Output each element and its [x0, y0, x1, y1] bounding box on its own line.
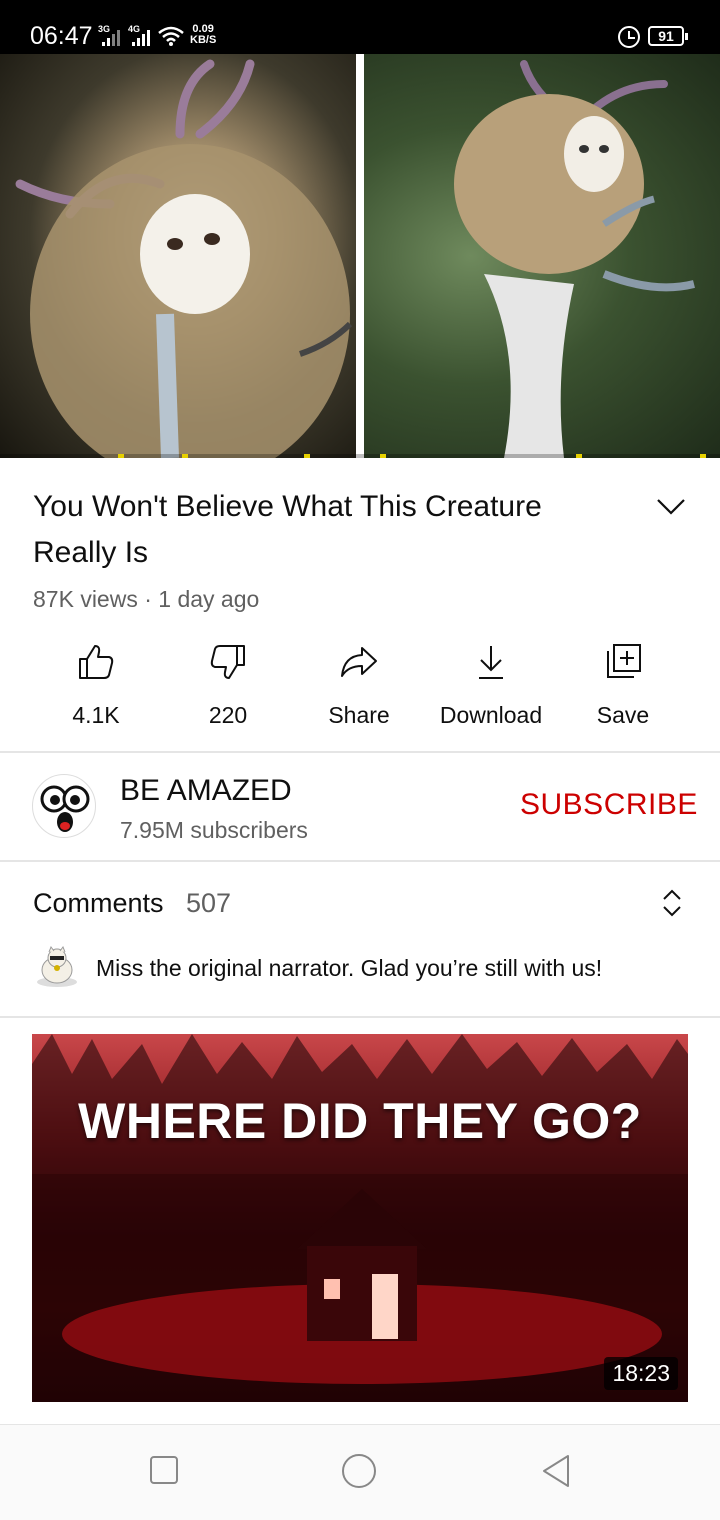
battery-indicator: 91	[648, 26, 688, 46]
save-button[interactable]: Save	[557, 636, 689, 736]
system-nav-bar	[0, 1424, 720, 1520]
next-video-thumbnail-text: WHERE DID THEY GO?	[78, 1093, 642, 1149]
dislike-button[interactable]: 220	[162, 636, 294, 736]
owl-creature-closeup-icon	[15, 59, 353, 458]
thumbs-up-icon	[79, 645, 114, 679]
recent-apps-button[interactable]	[149, 1455, 179, 1485]
share-icon	[341, 647, 377, 677]
comments-count: 507	[186, 888, 232, 918]
channel-avatar[interactable]	[32, 774, 96, 838]
video-frame-left	[0, 54, 356, 458]
status-time: 06:47	[30, 22, 93, 50]
top-comment[interactable]: Miss the original narrator. Glad you’re …	[96, 955, 602, 982]
expand-collapse-icon[interactable]	[660, 886, 684, 920]
next-video-thumbnail[interactable]: WHERE DID THEY GO? 18:23	[32, 1034, 688, 1402]
wifi-icon	[158, 26, 184, 46]
forest-cabin-icon	[32, 1034, 688, 1402]
video-player[interactable]	[0, 54, 720, 458]
like-count: 4.1K	[72, 702, 120, 728]
video-progress-bar[interactable]	[0, 454, 720, 458]
home-button[interactable]	[341, 1453, 377, 1489]
save-label: Save	[596, 702, 650, 728]
divider	[0, 860, 720, 862]
network-speed: 0.09 KB/S	[190, 23, 217, 46]
subscriber-count: 7.95M subscribers	[120, 817, 308, 843]
alarm-icon	[618, 26, 640, 48]
video-duration-badge: 18:23	[604, 1357, 678, 1390]
like-button[interactable]: 4.1K	[30, 636, 162, 736]
divider	[0, 751, 720, 753]
share-label: Share	[328, 702, 390, 728]
video-meta: 87K views · 1 day ago	[33, 586, 260, 612]
status-bar: 06:47 3G 4G 0.09 KB/S 91	[0, 0, 720, 54]
add-to-playlist-icon	[607, 644, 641, 678]
channel-name[interactable]: BE AMAZED	[120, 774, 292, 808]
comment-avatar-icon	[37, 945, 77, 987]
download-icon	[479, 646, 503, 679]
download-button[interactable]: Download	[425, 636, 557, 736]
owl-creature-standing-icon	[454, 60, 695, 458]
divider	[0, 1016, 720, 1018]
dislike-count: 220	[208, 702, 248, 728]
action-row: 4.1K 220 Share Download Save	[0, 636, 720, 736]
video-frame-right	[364, 54, 720, 458]
download-label: Download	[439, 702, 543, 728]
back-button[interactable]	[540, 1453, 572, 1489]
thumbs-down-icon	[210, 645, 245, 679]
video-title[interactable]: You Won't Believe What This Creature Rea…	[33, 484, 623, 576]
subscribe-button[interactable]: SUBSCRIBE	[520, 788, 698, 822]
chevron-down-icon[interactable]	[654, 492, 688, 520]
share-button[interactable]: Share	[293, 636, 425, 736]
surprised-face-icon	[40, 785, 90, 832]
comments-title[interactable]: Comments	[33, 888, 164, 919]
